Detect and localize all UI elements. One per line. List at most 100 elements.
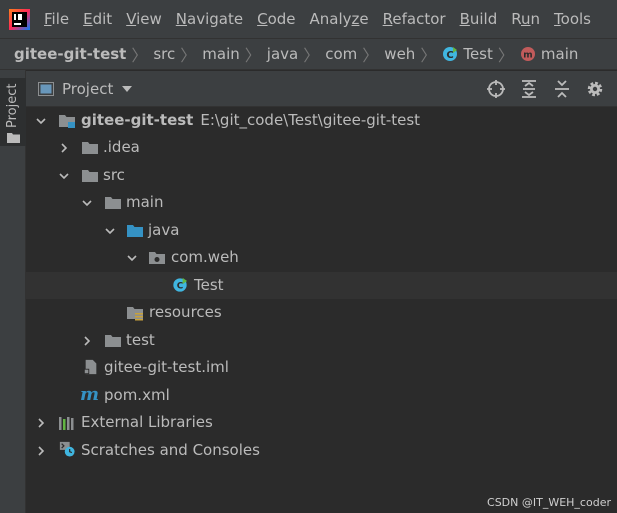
navigation-breadcrumb: gitee-git-test 〉 src 〉 main 〉 java 〉 com… bbox=[0, 38, 617, 70]
folder-icon bbox=[82, 142, 98, 154]
folder-icon bbox=[105, 197, 121, 209]
breadcrumb-separator-icon: 〉 bbox=[131, 46, 148, 65]
tree-label-java: java bbox=[148, 221, 180, 239]
module-folder-icon bbox=[59, 115, 75, 128]
chevron-right-icon[interactable] bbox=[81, 335, 93, 347]
breadcrumb-weh[interactable]: weh bbox=[384, 45, 415, 63]
source-folder-icon bbox=[127, 225, 143, 237]
tree-label-external-libraries: External Libraries bbox=[81, 413, 213, 431]
gear-icon[interactable] bbox=[585, 79, 605, 99]
tree-label-idea: .idea bbox=[103, 138, 140, 156]
tree-label-test-class: Test bbox=[194, 276, 224, 294]
menu-view[interactable]: View bbox=[126, 10, 162, 28]
svg-text:C: C bbox=[447, 50, 454, 61]
folder-icon bbox=[105, 335, 121, 347]
expand-all-icon[interactable] bbox=[519, 79, 539, 99]
watermark-text: CSDN @IT_WEH_coder bbox=[487, 496, 611, 509]
project-view-icon bbox=[38, 81, 54, 96]
menu-build[interactable]: Build bbox=[460, 10, 498, 28]
tree-label-resources: resources bbox=[149, 303, 222, 321]
tree-row-idea[interactable]: .idea bbox=[26, 134, 617, 161]
toolwindow-actions bbox=[473, 71, 605, 107]
tree-row-scratches[interactable]: Scratches and Consoles bbox=[26, 437, 617, 464]
breadcrumb-separator-icon: 〉 bbox=[362, 46, 379, 65]
menu-run[interactable]: Run bbox=[511, 10, 540, 28]
folder-icon bbox=[7, 133, 20, 143]
project-tree: gitee-git-test E:\git_code\Test\gitee-git… bbox=[26, 107, 617, 513]
menu-tools[interactable]: Tools bbox=[554, 10, 591, 28]
collapse-all-icon[interactable] bbox=[552, 79, 572, 99]
breadcrumb-separator-icon: 〉 bbox=[497, 46, 514, 65]
breadcrumb-main[interactable]: main bbox=[202, 45, 239, 63]
chevron-down-icon[interactable] bbox=[81, 197, 93, 209]
menu-analyze[interactable]: Analyze bbox=[310, 10, 369, 28]
tree-row-test-class[interactable]: C Test bbox=[26, 272, 617, 299]
breadcrumb-test-label: Test bbox=[463, 45, 493, 63]
tree-row-package[interactable]: com.weh bbox=[26, 244, 617, 271]
locate-file-icon[interactable] bbox=[486, 79, 506, 99]
menu-code[interactable]: Code bbox=[257, 10, 295, 28]
chevron-down-icon[interactable] bbox=[104, 225, 116, 237]
root-project-name: gitee-git-test bbox=[81, 111, 194, 129]
chevron-down-icon[interactable] bbox=[126, 252, 138, 264]
breadcrumb-src[interactable]: src bbox=[153, 45, 175, 63]
breadcrumb-separator-icon: 〉 bbox=[180, 46, 197, 65]
chevron-down-icon[interactable] bbox=[121, 85, 133, 93]
menu-bar: File Edit View Navigate Code Analyze Ref… bbox=[0, 0, 617, 38]
menu-edit[interactable]: Edit bbox=[83, 10, 112, 28]
java-class-icon: C bbox=[173, 277, 188, 292]
menu-refactor[interactable]: Refactor bbox=[383, 10, 446, 28]
tree-row-src[interactable]: src bbox=[26, 162, 617, 189]
chevron-right-icon[interactable] bbox=[35, 445, 47, 457]
menu-navigate[interactable]: Navigate bbox=[176, 10, 243, 28]
svg-text:C: C bbox=[177, 282, 184, 292]
scratches-icon bbox=[59, 441, 75, 457]
folder-icon bbox=[82, 170, 98, 182]
tree-label-package: com.weh bbox=[171, 248, 239, 266]
package-icon bbox=[149, 252, 165, 264]
breadcrumb-separator-icon: 〉 bbox=[244, 46, 261, 65]
svg-text:m: m bbox=[523, 51, 532, 61]
tree-row-iml[interactable]: gitee-git-test.iml bbox=[26, 354, 617, 381]
breadcrumb-separator-icon: 〉 bbox=[303, 46, 320, 65]
library-icon bbox=[59, 417, 74, 430]
tree-row-test-folder[interactable]: test bbox=[26, 327, 617, 354]
breadcrumb-project[interactable]: gitee-git-test bbox=[14, 45, 126, 63]
method-icon: m bbox=[520, 47, 535, 61]
breadcrumb-java[interactable]: java bbox=[267, 45, 298, 63]
java-class-icon: C bbox=[443, 47, 458, 61]
root-project-label: gitee-git-test E:\git_code\Test\gitee-git… bbox=[81, 111, 420, 129]
tree-label-test-folder: test bbox=[126, 331, 155, 349]
tree-label-main: main bbox=[126, 193, 164, 211]
chevron-right-icon[interactable] bbox=[58, 142, 70, 154]
left-tool-strip: Project bbox=[0, 70, 26, 513]
breadcrumb-com[interactable]: com bbox=[325, 45, 357, 63]
project-tab-label: Project bbox=[5, 83, 20, 128]
tree-label-iml: gitee-git-test.iml bbox=[104, 358, 229, 376]
breadcrumb-main-method-label: main bbox=[540, 45, 579, 63]
chevron-down-icon[interactable] bbox=[35, 115, 47, 127]
project-tool-tab[interactable]: Project bbox=[0, 78, 26, 146]
tree-row-main[interactable]: main bbox=[26, 189, 617, 216]
root-project-path: E:\git_code\Test\gitee-git-test bbox=[200, 111, 421, 129]
tree-row-resources[interactable]: resources bbox=[26, 299, 617, 326]
chevron-down-icon[interactable] bbox=[58, 170, 70, 182]
tree-row-java[interactable]: java bbox=[26, 217, 617, 244]
menu-file[interactable]: File bbox=[44, 10, 69, 28]
resources-folder-icon bbox=[127, 307, 143, 321]
maven-icon: m bbox=[80, 384, 100, 405]
intellij-logo-icon bbox=[9, 8, 30, 30]
breadcrumb-main-method[interactable]: m main bbox=[520, 45, 578, 63]
tree-label-pom: pom.xml bbox=[104, 386, 170, 404]
breadcrumb-separator-icon: 〉 bbox=[420, 46, 437, 65]
project-toolwindow-header: Project bbox=[26, 71, 617, 107]
tree-row-pom[interactable]: m pom.xml bbox=[26, 382, 617, 409]
tree-row-external-libraries[interactable]: External Libraries bbox=[26, 409, 617, 436]
breadcrumb-test-class[interactable]: C Test bbox=[442, 45, 493, 63]
toolwindow-title[interactable]: Project bbox=[62, 80, 113, 98]
iml-file-icon bbox=[83, 359, 97, 375]
tree-row-root[interactable]: gitee-git-test E:\git_code\Test\gitee-git… bbox=[26, 107, 617, 134]
chevron-right-icon[interactable] bbox=[35, 417, 47, 429]
tree-label-src: src bbox=[103, 166, 125, 184]
tree-label-scratches: Scratches and Consoles bbox=[81, 441, 260, 459]
